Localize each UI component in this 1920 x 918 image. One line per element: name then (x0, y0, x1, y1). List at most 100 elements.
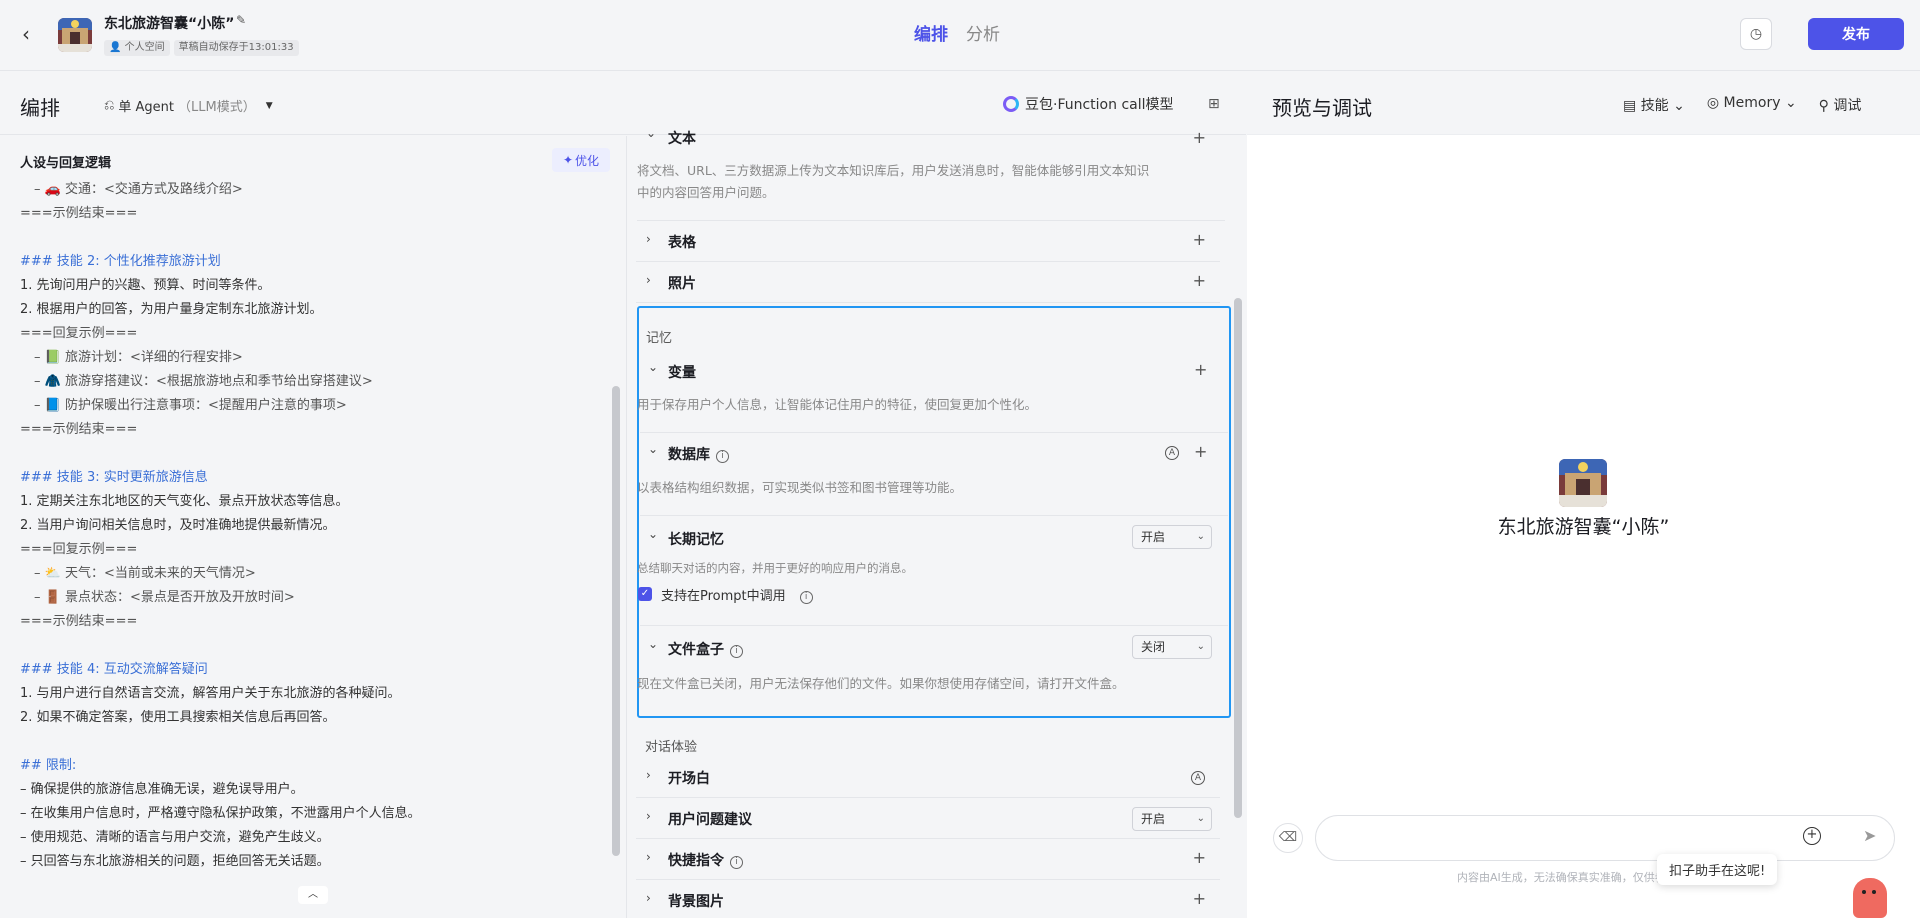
section-longterm-memory[interactable]: ⌄ 长期记忆 开启 ⌄ (640, 524, 1228, 550)
shortcut-label-wrap: 快捷指令 i (668, 850, 743, 870)
optimize-button[interactable]: ✦ 优化 (552, 148, 610, 172)
debug-button[interactable]: ⚲ 调试 (1819, 95, 1862, 115)
prompt-editor[interactable]: – 🚗 交通：<交通方式及路线介绍> ===示例结束=== ### 技能 2: 个性… (20, 178, 600, 874)
model-label: 豆包·Function call模型 (1025, 97, 1174, 113)
section-variable[interactable]: ⌄ 变量 + (640, 360, 1228, 381)
info-icon[interactable]: i (730, 856, 743, 869)
history-icon[interactable]: ◷ (1740, 18, 1772, 50)
section-photo[interactable]: › 照片 + (636, 263, 1220, 303)
add-icon[interactable]: + (1193, 848, 1206, 867)
prompt-line (20, 634, 600, 658)
chevron-right-icon: › (646, 891, 651, 905)
add-icon[interactable]: + (1194, 360, 1207, 379)
back-arrow-icon[interactable]: ‹ (22, 24, 42, 44)
prompt-line: 1. 先询问用户的兴趣、预算、时间等条件。 (20, 278, 271, 293)
preview-avatar (1559, 459, 1607, 507)
prompt-line: ## 限制: (20, 758, 77, 773)
clear-context-icon[interactable]: ⌫ (1273, 823, 1303, 853)
add-icon[interactable]: + (1193, 271, 1206, 290)
preview-header: 预览与调试 ▤ 技能 ⌄ ◎ Memory ⌄ ⚲ 调试 (1247, 72, 1920, 135)
divider (637, 220, 1225, 221)
auto-icon[interactable]: A (1165, 446, 1179, 460)
filebox-select[interactable]: 关闭 ⌄ (1132, 635, 1212, 659)
section-text[interactable]: ⌄ 文本 + (636, 124, 1220, 147)
prompt-line: 1. 定期关注东北地区的天气变化、景点开放状态等信息。 (20, 494, 349, 509)
prompt-line: – 确保提供的旅游信息准确无误，避免误导用户。 (20, 782, 304, 797)
prompt-line: ===示例结束=== (20, 206, 138, 221)
skills-scrollbar[interactable] (1232, 138, 1244, 914)
chevron-right-icon: › (646, 273, 651, 287)
send-icon[interactable]: ➤ (1863, 826, 1876, 845)
chevron-down-icon: ⌄ (1196, 813, 1205, 824)
model-logo-icon (1003, 96, 1019, 112)
variable-label: 变量 (668, 365, 696, 381)
longterm-select[interactable]: 开启 ⌄ (1132, 525, 1212, 549)
auto-icon[interactable]: A (1191, 771, 1205, 785)
chevron-right-icon: › (646, 232, 651, 246)
memory-dropdown[interactable]: ◎ Memory ⌄ (1707, 95, 1797, 115)
add-attachment-icon[interactable]: + (1803, 827, 1821, 845)
skills-icon: ▤ (1623, 98, 1637, 114)
skills-label: 技能 (1640, 98, 1669, 114)
add-icon[interactable]: + (1193, 230, 1206, 249)
info-icon[interactable]: i (716, 450, 729, 463)
tab-arrange[interactable]: 编排 (914, 20, 948, 45)
prompt-line: 1. 与用户进行自然语言交流，解答用户关于东北旅游的各种疑问。 (20, 686, 401, 701)
prompt-line: – 📘 防护保暖出行注意事项：<提醒用户注意的事项> (34, 398, 347, 413)
scrollbar-thumb[interactable] (612, 386, 620, 856)
agent-mode-select[interactable]: ⎌ 单 Agent （LLM模式） ▼ (104, 96, 273, 115)
text-desc: 将文档、URL、三方数据源上传为文本知识库后，用户发送消息时，智能体能够引用文本… (637, 160, 1221, 204)
space-tag-label: 个人空间 (124, 42, 165, 53)
debug-label: 调试 (1833, 98, 1862, 114)
ai-disclaimer: 内容由AI生成，无法确保真实准确，仅供参考。 (1457, 871, 1688, 884)
opening-label: 开场白 (668, 771, 710, 787)
info-icon[interactable]: i (730, 645, 743, 658)
layout-grid-icon[interactable]: ⊞ (1208, 96, 1220, 112)
collapse-up-icon[interactable]: ︿ (298, 886, 328, 904)
background-label: 背景图片 (668, 894, 724, 910)
publish-button[interactable]: 发布 (1808, 18, 1904, 50)
add-icon[interactable]: + (1193, 889, 1206, 908)
photo-label: 照片 (668, 276, 696, 292)
chevron-down-icon: ⌄ (1673, 98, 1685, 114)
autosave-status: 草稿自动保存于13:01:33 (173, 40, 299, 56)
preview-bot-name: 东北旅游智囊“小陈” (1497, 516, 1670, 538)
prompt-title: 人设与回复逻辑 (20, 156, 112, 171)
section-opening[interactable]: › 开场白 A (636, 758, 1220, 798)
prompt-line: ### 技能 3: 实时更新旅游信息 (20, 470, 208, 485)
add-icon[interactable]: + (1193, 128, 1206, 147)
prompt-scrollbar[interactable] (610, 186, 622, 876)
preview-panel: 预览与调试 ▤ 技能 ⌄ ◎ Memory ⌄ ⚲ 调试 东北旅游智囊“小陈” … (1247, 72, 1920, 918)
assistant-bubble[interactable]: 扣子助手在这呢! (1657, 854, 1778, 885)
database-desc: 以表格结构组织数据，可实现类似书签和图书管理等功能。 (637, 480, 963, 495)
longterm-value: 开启 (1141, 530, 1166, 544)
skills-dropdown[interactable]: ▤ 技能 ⌄ (1623, 95, 1685, 115)
optimize-label: 优化 (575, 153, 600, 168)
suggest-label: 用户问题建议 (668, 812, 752, 828)
chevron-down-icon: ⌄ (1196, 641, 1205, 652)
section-shortcut[interactable]: › 快捷指令 i + (636, 840, 1220, 880)
chevron-down-icon: ⌄ (648, 360, 659, 374)
tab-analysis[interactable]: 分析 (966, 20, 1000, 45)
prompt-call-checkbox[interactable]: ✓ (638, 587, 652, 601)
section-table[interactable]: › 表格 + (636, 222, 1220, 262)
section-background[interactable]: › 背景图片 + (636, 881, 1220, 918)
assistant-mascot-icon[interactable] (1853, 878, 1887, 918)
section-filebox[interactable]: ⌄ 文件盒子 i 关闭 ⌄ (640, 634, 1228, 660)
prompt-line: ===回复示例=== (20, 542, 138, 557)
add-icon[interactable]: + (1194, 442, 1207, 461)
info-icon[interactable]: i (799, 591, 813, 604)
edit-icon[interactable]: ✎ (236, 13, 246, 27)
preview-title: 预览与调试 (1272, 96, 1372, 120)
prompt-line (20, 442, 600, 466)
bot-name: 东北旅游智囊“小陈” (104, 16, 235, 32)
model-select[interactable]: 豆包·Function call模型 (1003, 94, 1174, 114)
chevron-down-icon: ⌄ (648, 637, 659, 651)
suggest-select[interactable]: 开启 ⌄ (1132, 807, 1212, 831)
prompt-line: 2. 当用户询问相关信息时，及时准确地提供最新情况。 (20, 518, 336, 533)
scrollbar-thumb[interactable] (1234, 298, 1242, 818)
section-suggest[interactable]: › 用户问题建议 开启 ⌄ (636, 799, 1220, 839)
section-database[interactable]: ⌄ 数据库 i A + (640, 442, 1228, 463)
prompt-call-label: 支持在Prompt中调用 (661, 589, 786, 604)
space-tag: 👤 个人空间 (104, 40, 170, 56)
